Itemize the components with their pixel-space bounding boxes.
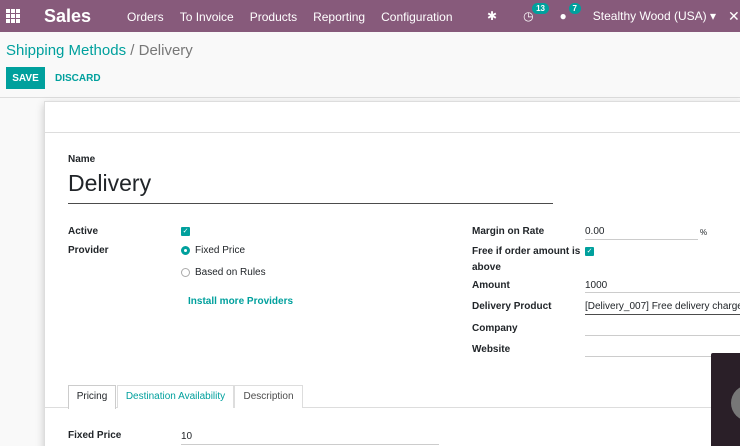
tab-pricing[interactable]: Pricing xyxy=(68,385,116,409)
delivery-product-underline xyxy=(585,314,740,315)
amount-label: Amount xyxy=(472,280,510,291)
tab-description[interactable]: Description xyxy=(234,385,303,408)
fixed-price-label: Fixed Price xyxy=(68,430,122,441)
website-label: Website xyxy=(472,344,511,355)
fixed-price-underline xyxy=(181,444,439,445)
breadcrumb: Shipping Methods / Delivery xyxy=(6,42,193,59)
bug-icon[interactable]: ✱ xyxy=(487,9,497,23)
fixed-price-input[interactable]: 10 xyxy=(181,431,192,442)
navbar-systray: ✱ ◷ 13 ● 7 Stealthy Wood (USA) ▾ ✕ xyxy=(487,0,740,32)
company-name: Stealthy Wood (USA) xyxy=(592,9,707,23)
free-over-label-line2: above xyxy=(472,262,501,273)
delivery-product-input[interactable]: [Delivery_007] Free delivery charges xyxy=(585,301,740,312)
name-input[interactable]: Delivery xyxy=(68,170,553,204)
company-input[interactable] xyxy=(585,335,740,336)
margin-input[interactable]: 0.00 xyxy=(585,226,604,237)
main-menu: Orders To Invoice Products Reporting Con… xyxy=(127,10,469,24)
caret-down-icon: ▾ xyxy=(709,9,716,23)
menu-orders[interactable]: Orders xyxy=(127,10,164,24)
install-providers-link[interactable]: Install more Providers xyxy=(188,296,293,307)
menu-products[interactable]: Products xyxy=(250,10,297,24)
provider-option-based-on-rules: Based on Rules xyxy=(195,267,266,278)
menu-configuration[interactable]: Configuration xyxy=(381,10,452,24)
provider-radio-based-on-rules[interactable] xyxy=(181,268,190,277)
breadcrumb-separator: / xyxy=(130,42,135,59)
margin-label: Margin on Rate xyxy=(472,226,545,237)
activity-badge: 13 xyxy=(532,3,549,14)
webcam-avatar xyxy=(731,385,740,421)
top-navbar: Sales Orders To Invoice Products Reporti… xyxy=(0,0,740,32)
delivery-product-label: Delivery Product xyxy=(472,301,552,312)
activity-clock-icon[interactable]: ◷ 13 xyxy=(523,3,549,23)
free-over-checkbox[interactable]: ✓ xyxy=(585,247,594,256)
apps-grid-icon[interactable] xyxy=(6,9,20,23)
company-label: Company xyxy=(472,323,518,334)
provider-radio-fixed-price[interactable] xyxy=(181,246,190,255)
active-label: Active xyxy=(68,226,99,237)
menu-reporting[interactable]: Reporting xyxy=(313,10,365,24)
tab-destination-availability[interactable]: Destination Availability xyxy=(117,385,234,408)
discard-button[interactable]: DISCARD xyxy=(55,67,101,89)
breadcrumb-shipping-methods[interactable]: Shipping Methods xyxy=(6,42,126,59)
provider-option-fixed-price: Fixed Price xyxy=(195,245,246,256)
menu-to-invoice[interactable]: To Invoice xyxy=(180,10,234,24)
video-call-overlay xyxy=(711,353,740,446)
control-panel-divider xyxy=(0,97,740,98)
messages-icon[interactable]: ● 7 xyxy=(560,3,581,23)
app-name[interactable]: Sales xyxy=(44,6,91,27)
amount-input[interactable]: 1000 xyxy=(585,280,607,291)
close-icon[interactable]: ✕ xyxy=(728,8,740,25)
save-button[interactable]: SAVE xyxy=(6,67,45,89)
form-sheet: Name Delivery Active ✓ Provider Fixed Pr… xyxy=(44,101,740,446)
provider-label: Provider xyxy=(68,245,109,256)
amount-input-underline xyxy=(585,292,740,293)
sheet-header xyxy=(45,102,740,133)
margin-input-underline xyxy=(585,239,698,240)
free-over-label-line1: Free if order amount is xyxy=(472,246,581,257)
name-label: Name xyxy=(68,154,96,165)
breadcrumb-current: Delivery xyxy=(138,42,193,59)
active-checkbox[interactable]: ✓ xyxy=(181,227,190,236)
company-switcher[interactable]: Stealthy Wood (USA) ▾ xyxy=(593,9,716,23)
messages-badge: 7 xyxy=(568,3,581,14)
margin-unit: % xyxy=(700,228,708,237)
